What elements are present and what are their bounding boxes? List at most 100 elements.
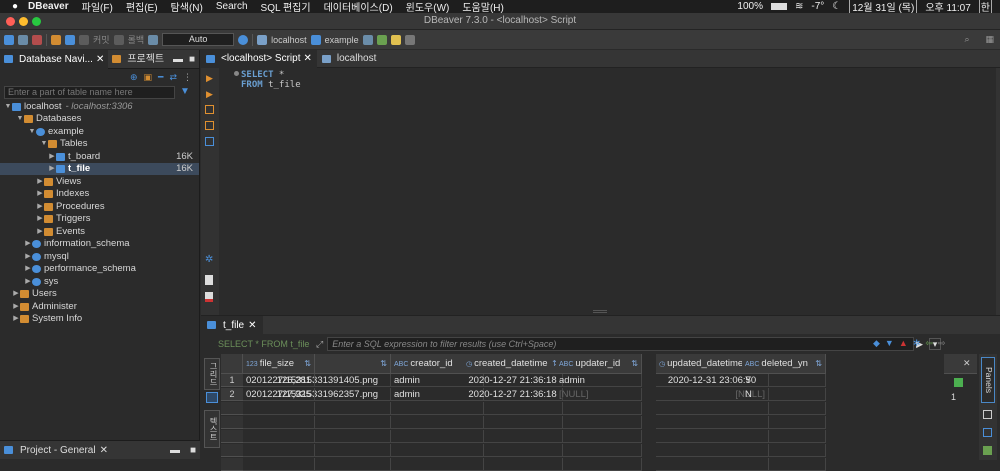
folder-icon[interactable]: ▣ [144, 72, 153, 83]
tab-localhost-script[interactable]: <localhost> Script ✕ [201, 49, 317, 68]
tree-item-performance-schema[interactable]: ▶ performance_schema [24, 263, 136, 275]
tree-item-localhost[interactable]: ▼ localhost - localhost:3306 [4, 101, 133, 113]
row-number[interactable]: 1 [221, 374, 243, 387]
menu-database[interactable]: 데이터베이스(D) [324, 0, 393, 14]
filter-icon[interactable]: ▼ [180, 86, 190, 97]
collapsed-arrow-icon[interactable]: ▶ [24, 238, 32, 250]
grid-cell-created-datetime[interactable]: 2020-12-27 21:36:18 [463, 374, 563, 387]
tree-item-t-file[interactable]: ▶ t_file 16K [0, 163, 199, 175]
column-header-updater-id[interactable]: ABC updater_id ⇅ [556, 354, 642, 374]
rollback-button[interactable]: 롤백 [128, 33, 145, 46]
tree-item-sys[interactable]: ▶ sys [24, 276, 58, 288]
filter-expand-icon[interactable]: ⤢ [316, 339, 323, 350]
table-filter-input[interactable]: Enter a part of table name here [4, 86, 175, 99]
refresh-icon[interactable] [376, 34, 387, 45]
tab-localhost[interactable]: localhost [317, 50, 381, 68]
active-schema-selector[interactable]: example [325, 35, 359, 45]
tree-item-databases[interactable]: ▼ Databases [16, 113, 82, 125]
view-menu-icon[interactable]: ⋮ [183, 72, 192, 83]
collapsed-arrow-icon[interactable]: ▶ [36, 188, 44, 200]
menu-app-name[interactable]: DBeaver [28, 1, 69, 12]
script-icon[interactable] [65, 34, 75, 45]
sort-filter-icon[interactable]: ⇅ [815, 354, 822, 373]
collapsed-arrow-icon[interactable]: ▶ [24, 251, 32, 263]
result-filter-input[interactable]: Enter a SQL expression to filter results… [327, 337, 915, 351]
minimize-icon[interactable]: ▬ [170, 445, 180, 456]
grouping-icon[interactable] [983, 428, 992, 437]
sort-filter-icon[interactable]: ⇅ [380, 354, 387, 373]
filter-icon[interactable]: ▼ [885, 338, 894, 349]
collapsed-arrow-icon[interactable]: ▶ [12, 301, 20, 313]
expanded-arrow-icon[interactable]: ▼ [16, 113, 24, 125]
column-header-created-datetime[interactable]: ◷created_datetime ⇅ [463, 354, 563, 374]
tree-item-triggers[interactable]: ▶ Triggers [36, 213, 90, 225]
navigate-back-icon[interactable]: ⇦ [925, 338, 933, 349]
grid-cell-created-datetime[interactable]: 2020-12-27 21:36:18 [463, 388, 563, 401]
weather-temp[interactable]: -7° [811, 1, 824, 12]
battery-icon[interactable] [771, 3, 787, 10]
close-icon[interactable]: ✕ [96, 50, 104, 69]
column-header-file-size[interactable]: 123 file_size ⇅ [243, 354, 315, 374]
grid-icon[interactable] [206, 392, 218, 403]
grid-corner[interactable] [221, 354, 243, 374]
link-icon[interactable]: ⇄ [169, 72, 177, 83]
format-icon[interactable] [390, 34, 401, 45]
menu-window[interactable]: 윈도우(W) [406, 0, 450, 14]
close-icon[interactable]: ✕ [100, 445, 108, 456]
tab-projects[interactable]: 프로젝트 [108, 50, 168, 69]
grid-cell-updater-id[interactable]: [NULL] [556, 388, 642, 401]
expanded-arrow-icon[interactable]: ▼ [28, 126, 36, 138]
database-icon[interactable] [18, 34, 28, 45]
maximize-icon[interactable]: ■ [190, 445, 196, 456]
menu-sql-editor[interactable]: SQL 편집기 [261, 0, 311, 14]
grid-cell-updater-id[interactable]: admin [556, 374, 642, 387]
navigate-forward-icon[interactable]: ⇨ [938, 338, 946, 349]
time-label[interactable]: 오후 11:07 [925, 0, 970, 14]
menu-edit[interactable]: 편집(E) [126, 0, 158, 14]
tree-item-mysql[interactable]: ▶ mysql [24, 251, 69, 263]
expanded-arrow-icon[interactable]: ▼ [40, 138, 48, 150]
transaction-mode-button[interactable]: Auto [162, 33, 235, 46]
menu-help[interactable]: 도움말(H) [462, 0, 503, 14]
save-icon[interactable] [954, 378, 963, 387]
tree-item-views[interactable]: ▶ Views [36, 176, 81, 188]
maximize-icon[interactable]: ■ [189, 54, 195, 65]
panel-icon[interactable] [983, 410, 992, 419]
execute-statement-icon[interactable]: ▶ [206, 73, 213, 84]
chart-icon[interactable] [983, 446, 992, 455]
history-icon[interactable] [238, 34, 249, 45]
collapsed-arrow-icon[interactable]: ▶ [36, 226, 44, 238]
active-connection-selector[interactable]: localhost [271, 35, 307, 45]
sort-filter-icon[interactable]: ⇅ [631, 354, 638, 373]
disconnect-icon[interactable] [32, 34, 42, 45]
settings-icon[interactable]: ✲ [205, 254, 213, 265]
collapsed-arrow-icon[interactable]: ▶ [48, 151, 56, 163]
menu-file[interactable]: 파일(F) [82, 0, 113, 14]
tree-item-users[interactable]: ▶ Users [12, 288, 57, 300]
filter-query-preview[interactable]: SELECT * FROM t_file [206, 339, 316, 349]
tree-item-example[interactable]: ▼ example [28, 126, 84, 138]
project-panel-tab[interactable]: Project - General ✕ ▬ ■ [0, 440, 200, 459]
apple-icon[interactable]: ● [12, 1, 18, 12]
settings-icon[interactable]: ✲ [913, 338, 921, 349]
search-icon[interactable]: ⌕ [964, 34, 969, 45]
transaction-icon[interactable] [148, 34, 159, 45]
tree-item-t-board[interactable]: ▶ t_board 16K [0, 151, 199, 163]
tree-item-system-info[interactable]: ▶ System Info [12, 313, 82, 325]
rollback-icon[interactable] [113, 34, 124, 45]
pdf-export-icon[interactable] [205, 292, 213, 302]
grid-cell-file-size[interactable]: 126,281 [243, 374, 315, 387]
tab-t-file-result[interactable]: t_file ✕ [201, 316, 263, 334]
tree-item-tables[interactable]: ▼ Tables [40, 138, 88, 150]
explain-plan-icon[interactable] [205, 105, 214, 114]
commit-icon[interactable] [79, 34, 89, 45]
new-connection-icon[interactable]: ⊕ [130, 72, 138, 83]
collapsed-arrow-icon[interactable]: ▶ [36, 176, 44, 188]
splitter-handle[interactable] [593, 310, 607, 313]
grid-cell-deleted-yn[interactable]: N [742, 388, 826, 401]
collapse-icon[interactable]: ━ [158, 72, 163, 83]
collapsed-arrow-icon[interactable]: ▶ [12, 288, 20, 300]
sort-icon[interactable]: ▲ [899, 338, 908, 349]
grid-cell-deleted-yn[interactable]: Y [742, 374, 826, 387]
close-icon[interactable]: ✕ [963, 358, 971, 369]
